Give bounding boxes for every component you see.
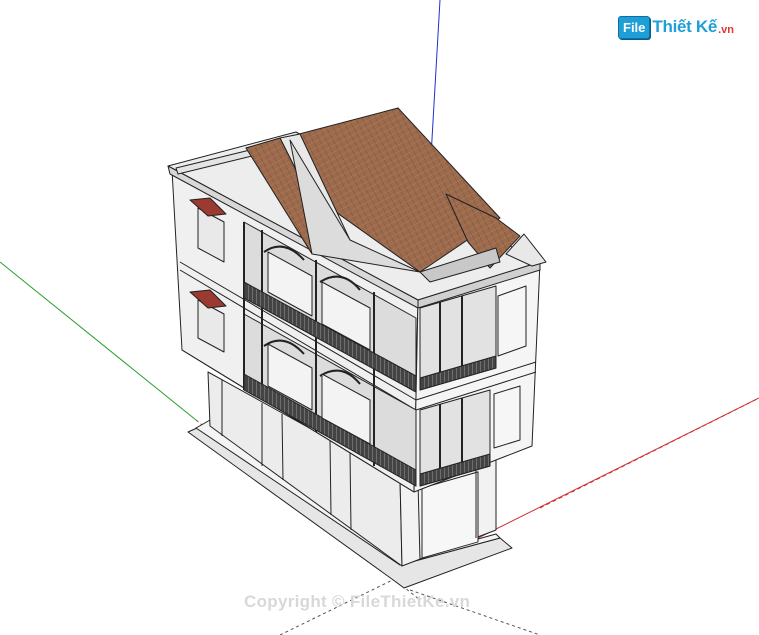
logo-badge: File [618,15,651,39]
right-window-lower [493,385,521,449]
copyright-watermark: Copyright © FileThietKe.vn [244,592,471,611]
model-viewport[interactable] [0,0,759,635]
house-model[interactable] [167,107,547,589]
logo-tld: .vn [718,23,734,36]
site-logo[interactable]: File Thiết Kế .vn [618,12,734,42]
green-axis [0,261,197,421]
logo-name: Thiết Kế [652,17,718,36]
right-window-upper [497,285,527,357]
